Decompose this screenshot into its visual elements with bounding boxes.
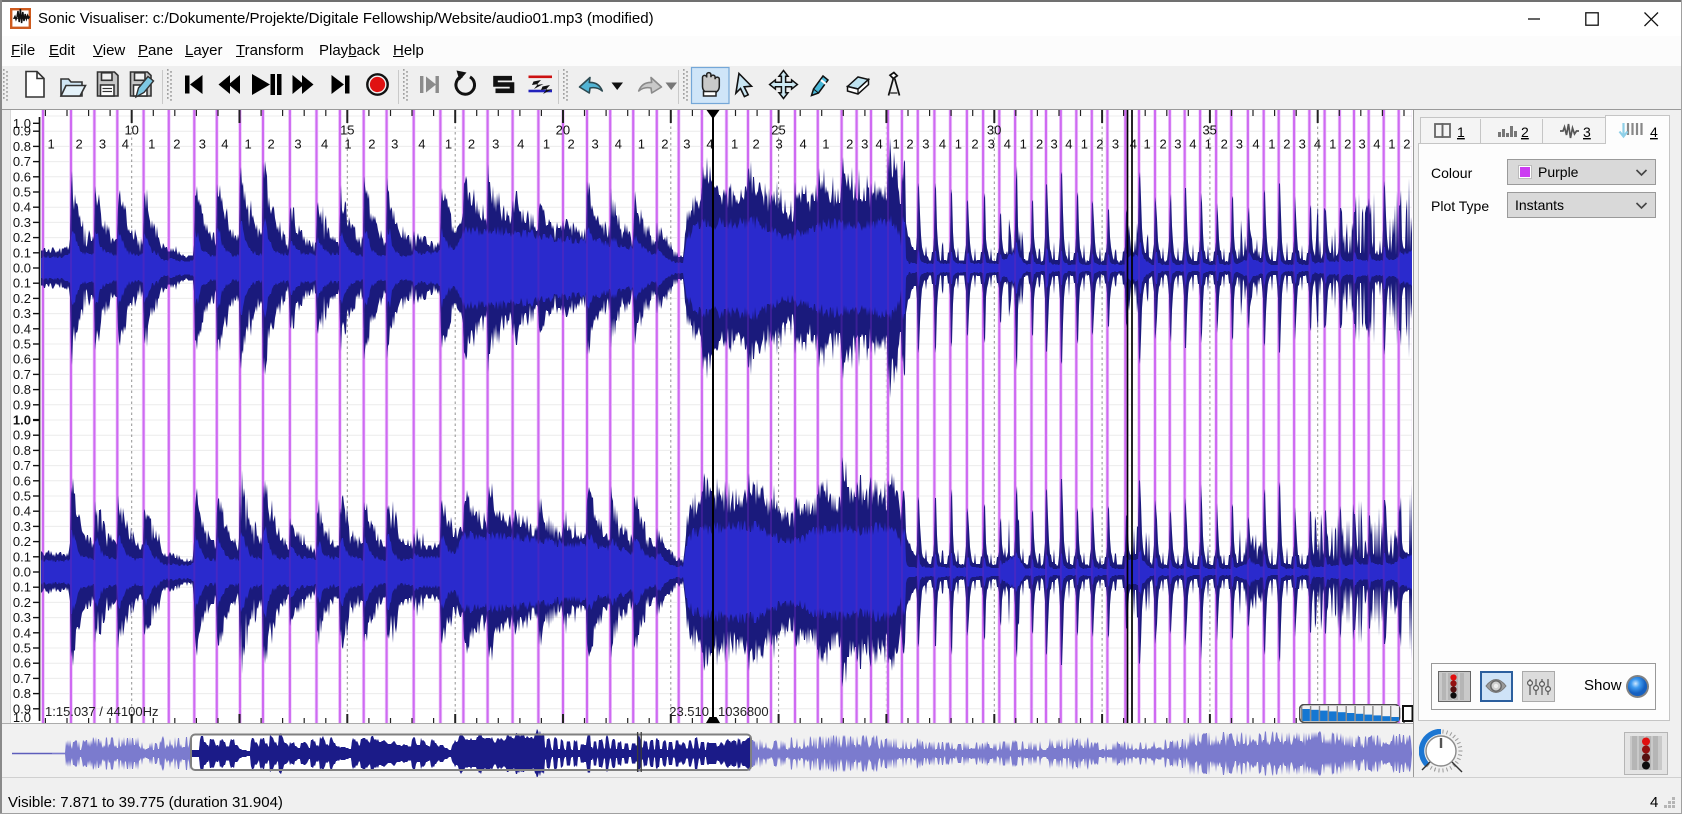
svg-text:1: 1 xyxy=(1329,137,1336,152)
svg-text:4: 4 xyxy=(517,137,524,152)
svg-text:1:15.037 / 44100Hz: 1:15.037 / 44100Hz xyxy=(45,704,158,719)
svg-text:2: 2 xyxy=(1403,137,1410,152)
svg-text:1: 1 xyxy=(48,137,55,152)
svg-text:1: 1 xyxy=(1388,137,1395,152)
svg-text:3: 3 xyxy=(99,137,106,152)
svg-text:15: 15 xyxy=(340,123,354,138)
svg-text:1: 1 xyxy=(731,137,738,152)
svg-text:2: 2 xyxy=(1344,137,1351,152)
svg-text:4: 4 xyxy=(122,137,129,152)
svg-text:3: 3 xyxy=(391,137,398,152)
svg-text:2: 2 xyxy=(1036,137,1043,152)
svg-text:4: 4 xyxy=(418,137,425,152)
svg-text:2: 2 xyxy=(1160,137,1167,152)
svg-text:10: 10 xyxy=(124,123,138,138)
svg-text:3: 3 xyxy=(1359,137,1366,152)
svg-text:3: 3 xyxy=(683,137,690,152)
svg-text:1: 1 xyxy=(543,137,550,152)
svg-text:1: 1 xyxy=(822,137,829,152)
svg-text:2: 2 xyxy=(173,137,180,152)
svg-text:20: 20 xyxy=(556,123,570,138)
svg-text:1: 1 xyxy=(1020,137,1027,152)
svg-text:3: 3 xyxy=(776,137,783,152)
svg-text:3: 3 xyxy=(1174,137,1181,152)
svg-text:4: 4 xyxy=(939,137,946,152)
svg-text:4: 4 xyxy=(1252,137,1259,152)
svg-text:2: 2 xyxy=(1096,137,1103,152)
svg-text:4: 4 xyxy=(800,137,807,152)
svg-text:1: 1 xyxy=(1268,137,1275,152)
svg-text:4: 4 xyxy=(876,137,883,152)
svg-text:1: 1 xyxy=(1144,137,1151,152)
svg-text:3: 3 xyxy=(492,137,499,152)
svg-text:4: 4 xyxy=(321,137,328,152)
svg-text:3: 3 xyxy=(1051,137,1058,152)
svg-text:1: 1 xyxy=(445,137,452,152)
svg-text:1: 1 xyxy=(893,137,900,152)
svg-text:4: 4 xyxy=(1650,124,1658,140)
svg-text:1: 1 xyxy=(148,137,155,152)
svg-text:4: 4 xyxy=(1373,137,1380,152)
svg-text:35: 35 xyxy=(1202,123,1216,138)
svg-text:1: 1 xyxy=(1205,137,1212,152)
svg-text:30: 30 xyxy=(987,123,1001,138)
svg-text:1: 1 xyxy=(638,137,645,152)
svg-text:2: 2 xyxy=(1521,124,1529,140)
svg-text:3: 3 xyxy=(1299,137,1306,152)
svg-text:3: 3 xyxy=(592,137,599,152)
svg-text:2: 2 xyxy=(568,137,575,152)
svg-text:2: 2 xyxy=(846,137,853,152)
svg-text:3: 3 xyxy=(294,137,301,152)
svg-text:2: 2 xyxy=(906,137,913,152)
svg-text:2: 2 xyxy=(368,137,375,152)
svg-text:4: 4 xyxy=(1189,137,1196,152)
svg-text:3: 3 xyxy=(1583,124,1591,140)
svg-text:3: 3 xyxy=(922,137,929,152)
svg-text:2: 2 xyxy=(468,137,475,152)
svg-text:2: 2 xyxy=(1283,137,1290,152)
svg-text:3: 3 xyxy=(1112,137,1119,152)
svg-text:1: 1 xyxy=(1457,124,1465,140)
svg-text:4: 4 xyxy=(1004,137,1011,152)
svg-text:4: 4 xyxy=(1130,137,1137,152)
svg-text:4: 4 xyxy=(615,137,622,152)
svg-text:2: 2 xyxy=(1221,137,1228,152)
svg-text:4: 4 xyxy=(1065,137,1072,152)
svg-text:2: 2 xyxy=(753,137,760,152)
svg-text:1: 1 xyxy=(1081,137,1088,152)
svg-text:25: 25 xyxy=(771,123,785,138)
svg-text:2: 2 xyxy=(76,137,83,152)
svg-text:2: 2 xyxy=(268,137,275,152)
svg-text:23.510: 23.510 xyxy=(669,704,709,719)
svg-text:4: 4 xyxy=(1314,137,1321,152)
svg-text:1: 1 xyxy=(955,137,962,152)
svg-text:3: 3 xyxy=(199,137,206,152)
svg-text:3: 3 xyxy=(861,137,868,152)
svg-text:1: 1 xyxy=(245,137,252,152)
svg-text:3: 3 xyxy=(1236,137,1243,152)
svg-text:1: 1 xyxy=(344,137,351,152)
svg-text:3: 3 xyxy=(988,137,995,152)
svg-text:2: 2 xyxy=(661,137,668,152)
svg-text:4: 4 xyxy=(221,137,228,152)
svg-text:2: 2 xyxy=(971,137,978,152)
svg-text:1036800: 1036800 xyxy=(718,704,769,719)
